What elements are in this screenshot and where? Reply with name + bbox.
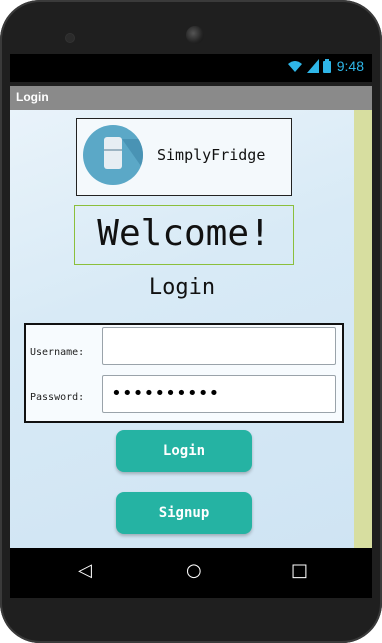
fridge-shadow [122, 139, 143, 185]
front-camera-icon [186, 26, 204, 44]
status-icons: 9:48 [287, 58, 364, 74]
phone-frame: 9:48 Login SimplyFridge Welcome! Login U… [0, 0, 382, 643]
home-icon[interactable]: ○ [186, 562, 202, 580]
login-heading: Login [148, 275, 216, 300]
fridge-icon [83, 125, 143, 185]
password-field[interactable]: •••••••••• [102, 375, 336, 413]
app-title-bar: Login [10, 86, 372, 110]
login-form: Username: Password: •••••••••• [24, 323, 344, 423]
fridge-divider [104, 149, 122, 151]
login-button[interactable]: Login [116, 430, 252, 472]
app-logo: SimplyFridge [76, 118, 292, 196]
username-label: Username: [30, 347, 85, 358]
username-field[interactable] [102, 327, 336, 365]
phone-top-bezel [0, 0, 382, 54]
welcome-text: Welcome! [97, 213, 271, 254]
logo-text: SimplyFridge [157, 146, 266, 164]
status-bar: 9:48 [10, 54, 372, 82]
password-value: •••••••••• [111, 383, 220, 404]
right-edge-stripe [354, 110, 372, 548]
welcome-banner: Welcome! [74, 205, 294, 265]
signal-icon [306, 59, 319, 73]
sensor-dot [66, 34, 74, 42]
navigation-bar: ◁ ○ □ [10, 548, 372, 598]
back-icon[interactable]: ◁ [78, 562, 92, 580]
app-screen: SimplyFridge Welcome! Login Username: Pa… [10, 110, 354, 548]
fridge-body [104, 137, 122, 169]
password-label: Password: [30, 392, 85, 403]
recents-icon[interactable]: □ [291, 562, 308, 580]
wifi-icon [287, 61, 302, 72]
page-title: Login [16, 90, 49, 104]
battery-icon [322, 59, 331, 73]
status-time: 9:48 [336, 58, 364, 74]
signup-button[interactable]: Signup [116, 492, 252, 534]
